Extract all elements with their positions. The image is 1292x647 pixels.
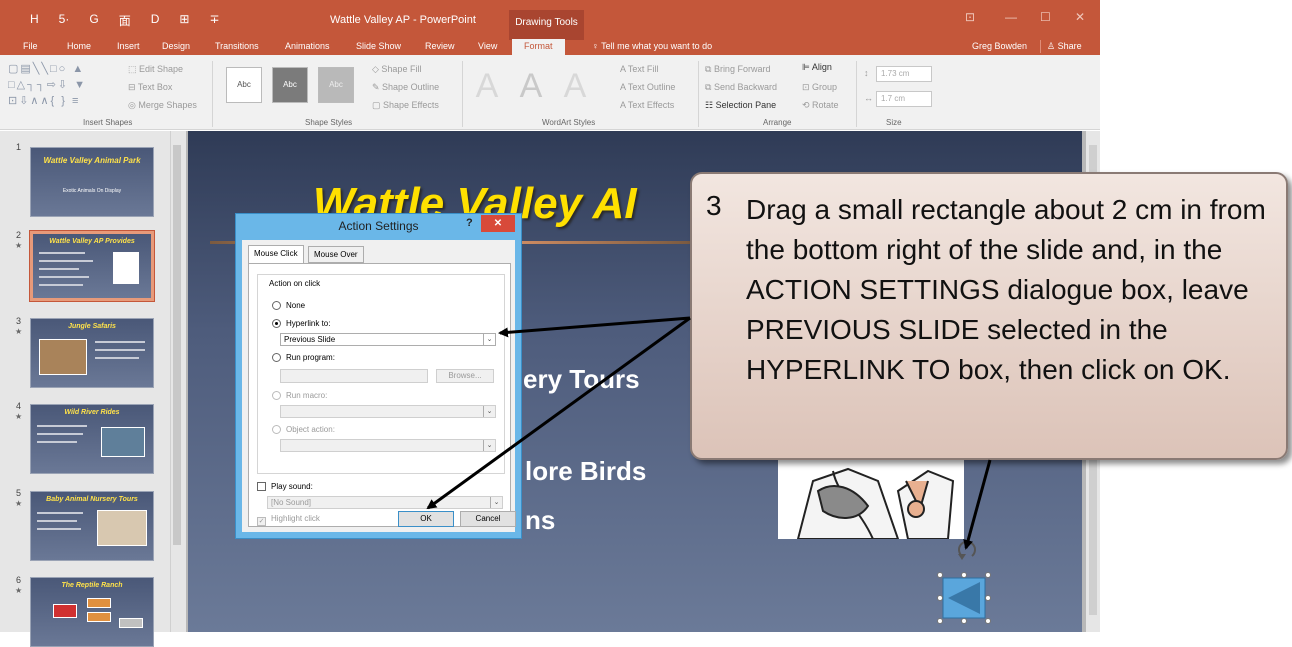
pointer-arrows [426,316,992,550]
arrow-to-hyperlink-select [498,316,691,338]
arrow-to-ok-button [426,316,691,510]
arrow-to-shape [963,459,992,550]
